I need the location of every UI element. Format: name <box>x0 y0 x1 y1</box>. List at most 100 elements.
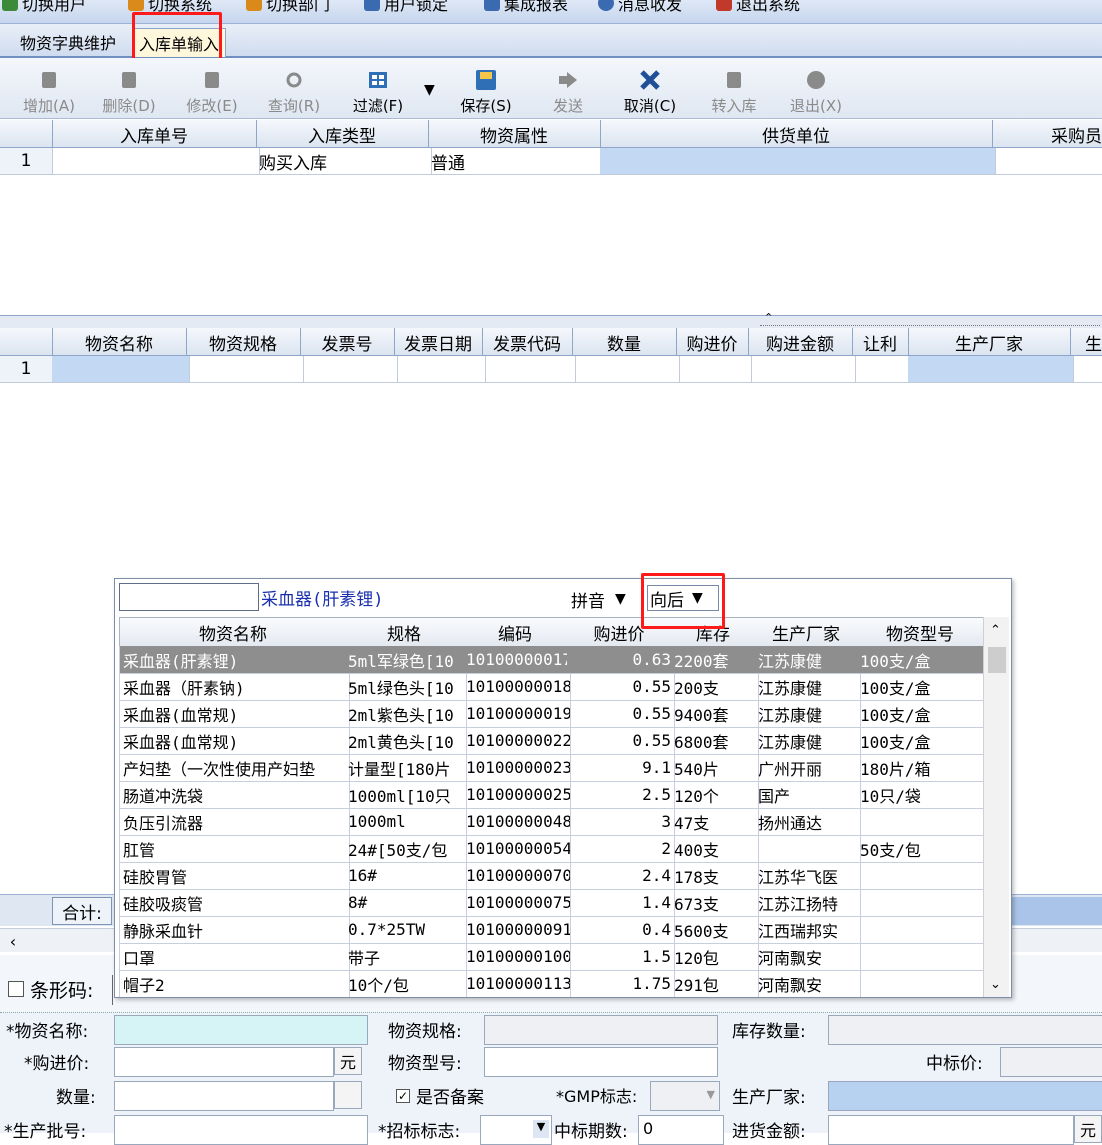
lookup-header-name[interactable]: 物资名称 <box>119 617 347 648</box>
extra-cell[interactable] <box>1070 356 1102 383</box>
gmp-select[interactable]: ▼ <box>650 1081 720 1111</box>
column-header-inbound-no[interactable]: 入库单号 <box>52 120 257 148</box>
lookup-header-model[interactable]: 物资型号 <box>857 617 984 648</box>
invoice-no-cell[interactable] <box>300 356 398 383</box>
add-button[interactable]: 增加(A) <box>14 62 84 116</box>
chevron-down-icon[interactable]: ⌄ <box>990 977 1001 992</box>
query-button[interactable]: 查询(R) <box>258 62 330 116</box>
lookup-row[interactable]: 肠道冲洗袋 1000ml[10只 10100000025 2.5 120个 国产 10只/袋 <box>119 781 983 809</box>
column-header-purchase-price[interactable]: 购进价 <box>676 328 749 356</box>
cancel-button[interactable]: 取消(C) <box>612 62 688 116</box>
lookup-header-spec[interactable]: 规格 <box>345 617 464 648</box>
splitter[interactable]: ⌃ <box>0 311 1102 328</box>
table-row[interactable]: 1 <box>0 356 1102 383</box>
column-header-material-name[interactable]: 物资名称 <box>52 328 187 356</box>
material-spec-field[interactable] <box>484 1015 718 1045</box>
lookup-price-cell: 2.5 <box>567 781 675 809</box>
material-model-field[interactable] <box>484 1047 718 1077</box>
column-header-invoice-no[interactable]: 发票号 <box>300 328 395 356</box>
purchase-amount-cell[interactable] <box>748 356 856 383</box>
quantity-field[interactable] <box>114 1081 334 1111</box>
column-header-invoice-code[interactable]: 发票代码 <box>482 328 573 356</box>
purchase-price-field[interactable] <box>114 1047 334 1077</box>
barcode-checkbox[interactable] <box>8 981 24 997</box>
inbound-no-cell[interactable] <box>52 148 260 175</box>
menu-report[interactable]: 集成报表 <box>484 0 568 14</box>
menu-exit-system[interactable]: 退出系统 <box>716 0 800 14</box>
lookup-header-code[interactable]: 编码 <box>463 617 568 648</box>
lookup-row[interactable]: 产妇垫（一次性使用产妇垫 计量型[180片 10100000023 9.1 540片 广州… <box>119 754 983 782</box>
batch-field[interactable] <box>114 1115 368 1145</box>
stock-qty-field[interactable] <box>828 1015 1102 1045</box>
lookup-row[interactable]: 口罩 带子 10100000100 1.5 120包 河南飘安 <box>119 943 983 971</box>
material-name-cell[interactable] <box>52 356 190 383</box>
column-header-inbound-type[interactable]: 入库类型 <box>256 120 429 148</box>
filter-button[interactable]: 过滤(F) <box>340 62 416 116</box>
lookup-row[interactable]: 静脉采血针 0.7*25TW 10100000091 0.4 5600支 江西瑞邦实 <box>119 916 983 944</box>
manufacturer-cell[interactable] <box>908 356 1074 383</box>
barcode-label: 条形码: <box>30 979 94 1002</box>
delete-button[interactable]: 删除(D) <box>94 62 164 116</box>
bid-price-field[interactable] <box>1000 1047 1102 1077</box>
material-attr-cell[interactable]: 普通 <box>428 148 604 175</box>
lookup-header-manufacturer[interactable]: 生产厂家 <box>755 617 858 648</box>
lookup-search-input[interactable] <box>119 583 259 611</box>
lookup-stock-cell: 2200套 <box>671 646 759 674</box>
column-header-invoice-date[interactable]: 发票日期 <box>394 328 483 356</box>
menu-department-switch[interactable]: 切换部门 <box>246 0 330 14</box>
column-header-supplier[interactable]: 供货单位 <box>600 120 993 148</box>
lookup-row[interactable]: 采血器(血常规) 2ml紫色头[10 10100000019 0.55 9400套 江苏康… <box>119 700 983 728</box>
chevron-up-icon[interactable]: ⌃ <box>990 623 1001 638</box>
column-header-manufacturer[interactable]: 生产厂家 <box>908 328 1071 356</box>
material-spec-cell[interactable] <box>186 356 304 383</box>
invoice-code-cell[interactable] <box>482 356 576 383</box>
lookup-row-selected[interactable]: 采血器(肝素锂) 5ml军绿色[10 10100000017 0.63 2200套 江苏康… <box>119 646 983 674</box>
menu-user-lock[interactable]: 用户锁定 <box>364 0 448 14</box>
purchase-price-cell[interactable] <box>676 356 752 383</box>
inbound-type-cell[interactable]: 购买入库 <box>256 148 432 175</box>
tab-material-dictionary[interactable]: 物资字典维护 <box>14 28 122 56</box>
lookup-spec-cell: 5ml军绿色[10 <box>345 646 467 674</box>
lookup-row[interactable]: 硅胶胃管 16# 10100000070 2.4 178支 江苏华飞医 <box>119 862 983 890</box>
table-row[interactable]: 1 购买入库 普通 <box>0 148 1102 175</box>
column-header-quantity[interactable]: 数量 <box>572 328 677 356</box>
manufacturer-field[interactable] <box>828 1081 1102 1111</box>
column-header-purchase-amount[interactable]: 购进金额 <box>748 328 853 356</box>
filed-checkbox[interactable]: ✓ <box>396 1089 410 1103</box>
filter-dropdown-arrow-icon[interactable]: ▼ <box>424 82 440 98</box>
column-header-material-attr[interactable]: 物资属性 <box>428 120 601 148</box>
pinyin-mode-select[interactable]: 拼音 ▼ <box>571 585 643 613</box>
scrollbar-thumb[interactable] <box>988 647 1006 673</box>
menu-user-switch[interactable]: 切换用户 <box>2 0 86 14</box>
column-header-discount[interactable]: 让利 <box>852 328 909 356</box>
material-name-field[interactable] <box>114 1015 368 1045</box>
column-header-buyer[interactable]: 采购员 <box>992 120 1102 148</box>
bid-flag-select[interactable]: ▼ <box>480 1115 552 1145</box>
lookup-row[interactable]: 采血器(血常规) 2ml黄色头[10 10100000022 0.55 6800套 江苏康… <box>119 727 983 755</box>
lookup-stock-cell: 673支 <box>671 889 759 917</box>
column-header-extra[interactable]: 生 <box>1070 328 1102 356</box>
invoice-date-cell[interactable] <box>394 356 486 383</box>
transfer-inbound-button[interactable]: 转入库 <box>700 62 768 116</box>
edit-button[interactable]: 修改(E) <box>176 62 248 116</box>
bid-period-field[interactable]: 0 <box>638 1115 724 1145</box>
lookup-row[interactable]: 帽子2 10个/包 10100000113 1.75 291包 河南飘安 <box>119 970 983 997</box>
supplier-cell[interactable] <box>600 148 996 175</box>
discount-cell[interactable] <box>852 356 912 383</box>
chevron-left-icon[interactable]: ‹ <box>4 931 22 951</box>
lookup-row[interactable]: 硅胶吸痰管 8# 10100000075 1.4 673支 江苏江扬特 <box>119 889 983 917</box>
lookup-vertical-scrollbar[interactable]: ⌃ ⌄ <box>983 617 1009 997</box>
user-switch-icon <box>2 0 18 11</box>
exit-button[interactable]: 退出(X) <box>780 62 852 116</box>
chevron-up-icon[interactable]: ⌃ <box>764 311 780 324</box>
amount-field[interactable] <box>828 1115 1074 1145</box>
save-button[interactable]: 保存(S) <box>448 62 524 116</box>
column-header-material-spec[interactable]: 物资规格 <box>186 328 301 356</box>
lookup-row[interactable]: 负压引流器 1000ml 10100000048 3 47支 扬州通达 <box>119 808 983 836</box>
quantity-cell[interactable] <box>572 356 680 383</box>
menu-message[interactable]: 消息收发 <box>598 0 682 14</box>
send-button[interactable]: 发送 <box>538 62 598 116</box>
lookup-row[interactable]: 采血器（肝素钠) 5ml绿色头[10 10100000018 0.55 200支 江苏康健… <box>119 673 983 701</box>
lookup-row[interactable]: 肛管 24#[50支/包 10100000054 2 400支 50支/包 <box>119 835 983 863</box>
buyer-cell[interactable] <box>992 148 1102 175</box>
